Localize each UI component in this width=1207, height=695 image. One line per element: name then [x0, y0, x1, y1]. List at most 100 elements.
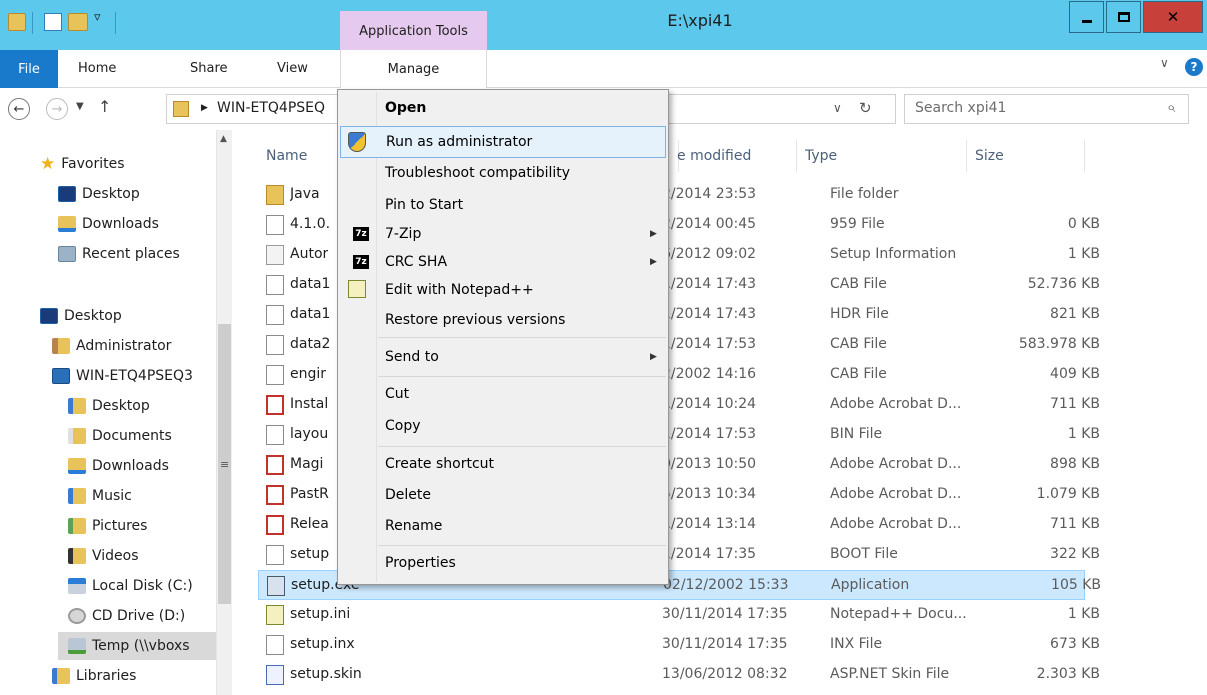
menu-label: 7-Zip	[385, 226, 422, 242]
file-name: Magi	[290, 456, 324, 472]
breadcrumb-chevron-icon[interactable]: ▶	[201, 103, 208, 113]
menu-delete[interactable]: Delete	[340, 480, 666, 510]
help-icon[interactable]: ?	[1185, 58, 1203, 76]
setup-info-icon	[266, 245, 284, 265]
nav-pc-music[interactable]: Music	[68, 482, 132, 510]
nav-pc-pictures[interactable]: Pictures	[68, 512, 147, 540]
tab-view[interactable]: View	[277, 61, 308, 76]
nav-fav-desktop[interactable]: Desktop	[58, 180, 140, 208]
nav-favorites[interactable]: ★ Favorites	[40, 150, 125, 178]
up-arrow-icon[interactable]: ↑	[98, 97, 111, 116]
title-bar: ▿ Application Tools E:\xpi41 ✕	[0, 0, 1207, 51]
column-date-modified[interactable]: e modified	[669, 140, 797, 172]
nav-fav-downloads[interactable]: Downloads	[58, 210, 159, 238]
close-button[interactable]: ✕	[1143, 1, 1203, 33]
menu-send-to[interactable]: Send to ▶	[340, 341, 666, 373]
file-size: 322 KB	[1050, 546, 1100, 562]
nav-administrator[interactable]: Administrator	[52, 332, 171, 360]
nav-desktop[interactable]: Desktop	[40, 302, 122, 330]
tab-manage[interactable]: Manage	[340, 50, 487, 88]
nav-cd-drive[interactable]: CD Drive (D:)	[68, 602, 185, 630]
nav-temp-share[interactable]: Temp (\\vboxs	[58, 632, 216, 660]
menu-separator	[378, 545, 666, 546]
menu-open[interactable]: Open	[340, 93, 666, 123]
nav-label: Favorites	[61, 156, 125, 172]
column-type[interactable]: Type	[797, 140, 967, 172]
nav-label: Desktop	[64, 308, 122, 324]
nav-local-disk[interactable]: Local Disk (C:)	[68, 572, 193, 600]
file-name: engir	[290, 366, 327, 382]
notepadpp-icon	[266, 605, 284, 625]
menu-label: Run as administrator	[386, 134, 533, 150]
menu-rename[interactable]: Rename	[340, 511, 666, 541]
maximize-button[interactable]	[1106, 1, 1141, 33]
menu-7zip[interactable]: 7z 7-Zip ▶	[340, 219, 666, 249]
menu-crc-sha[interactable]: 7z CRC SHA ▶	[340, 247, 666, 277]
file-size: 409 KB	[1050, 366, 1100, 382]
menu-run-as-administrator[interactable]: Run as administrator	[340, 126, 666, 158]
pdf-icon	[266, 395, 284, 415]
nav-label: Videos	[92, 548, 139, 564]
nav-scrollbar[interactable]: ▲ ≡	[216, 130, 232, 695]
file-type: ASP.NET Skin File	[830, 666, 950, 682]
menu-restore-previous[interactable]: Restore previous versions	[340, 305, 666, 335]
nav-pc-desktop[interactable]: Desktop	[68, 392, 150, 420]
menu-separator	[378, 337, 666, 338]
qat-customize-icon[interactable]: ▿	[94, 10, 101, 25]
folder-icon	[173, 101, 189, 117]
tab-home[interactable]: Home	[78, 61, 116, 76]
menu-edit-notepadpp[interactable]: Edit with Notepad++	[340, 275, 666, 305]
menu-pin-to-start[interactable]: Pin to Start	[340, 190, 666, 220]
file-date-modified: 6/2012 09:02	[662, 246, 757, 262]
pdf-icon	[266, 485, 284, 505]
uac-shield-icon	[348, 132, 366, 152]
new-folder-icon[interactable]	[68, 13, 88, 31]
cd-drive-icon	[68, 608, 86, 624]
nav-pc-downloads[interactable]: Downloads	[68, 452, 169, 480]
submenu-arrow-icon: ▶	[650, 257, 657, 267]
menu-copy[interactable]: Copy	[340, 411, 666, 441]
menu-label: Cut	[385, 386, 410, 402]
search-icon[interactable]: ⌕	[1167, 98, 1175, 116]
search-input[interactable]: Search xpi41	[915, 100, 1006, 116]
menu-create-shortcut[interactable]: Create shortcut	[340, 449, 666, 479]
submenu-arrow-icon: ▶	[650, 352, 657, 362]
menu-cut[interactable]: Cut	[340, 379, 666, 409]
table-row[interactable]: setup.skin 13/06/2012 08:32 ASP.NET Skin F…	[258, 660, 1100, 690]
minimize-button[interactable]	[1069, 1, 1104, 33]
table-row[interactable]: setup.inx 30/11/2014 17:35 INX File 673 KB	[258, 630, 1100, 660]
nav-label: Downloads	[82, 216, 159, 232]
tab-file[interactable]: File	[0, 50, 58, 88]
recent-locations-icon[interactable]: ▼	[76, 101, 84, 112]
nav-pc-documents[interactable]: Documents	[68, 422, 172, 450]
menu-label: Restore previous versions	[385, 312, 566, 328]
file-name: Instal	[290, 396, 329, 412]
tab-share[interactable]: Share	[190, 61, 228, 76]
nav-label: WIN-ETQ4PSEQ3	[76, 368, 193, 384]
table-row[interactable]: setup.ini 30/11/2014 17:35 Notepad++ Docu.…	[258, 600, 1100, 630]
file-date-modified: 2/2002 14:16	[662, 366, 757, 382]
nav-recent-places[interactable]: Recent places	[58, 240, 180, 268]
properties-icon[interactable]	[44, 13, 62, 31]
menu-label: Create shortcut	[385, 456, 495, 472]
file-size: 711 KB	[1050, 516, 1100, 532]
search-box[interactable]: Search xpi41 ⌕	[904, 94, 1189, 124]
nav-computer[interactable]: WIN-ETQ4PSEQ3	[52, 362, 193, 390]
hard-disk-icon	[68, 578, 86, 594]
breadcrumb-computer[interactable]: WIN-ETQ4PSEQ	[217, 100, 325, 116]
address-dropdown-icon[interactable]: ∨	[833, 101, 842, 115]
menu-troubleshoot[interactable]: Troubleshoot compatibility	[340, 158, 666, 188]
column-size[interactable]: Size	[967, 140, 1085, 172]
exe-icon	[267, 576, 285, 596]
ribbon-expand-icon[interactable]: ∨	[1160, 56, 1169, 70]
forward-button[interactable]: →	[46, 98, 68, 120]
menu-properties[interactable]: Properties	[340, 548, 666, 578]
file-type: Adobe Acrobat D...	[830, 456, 962, 472]
nav-pc-videos[interactable]: Videos	[68, 542, 139, 570]
nav-libraries[interactable]: Libraries	[52, 662, 136, 690]
back-button[interactable]: ←	[8, 98, 30, 120]
file-type: 959 File	[830, 216, 885, 232]
scroll-up-icon[interactable]: ▲	[220, 134, 227, 144]
refresh-icon[interactable]: ↻	[859, 99, 872, 117]
videos-icon	[68, 548, 86, 564]
